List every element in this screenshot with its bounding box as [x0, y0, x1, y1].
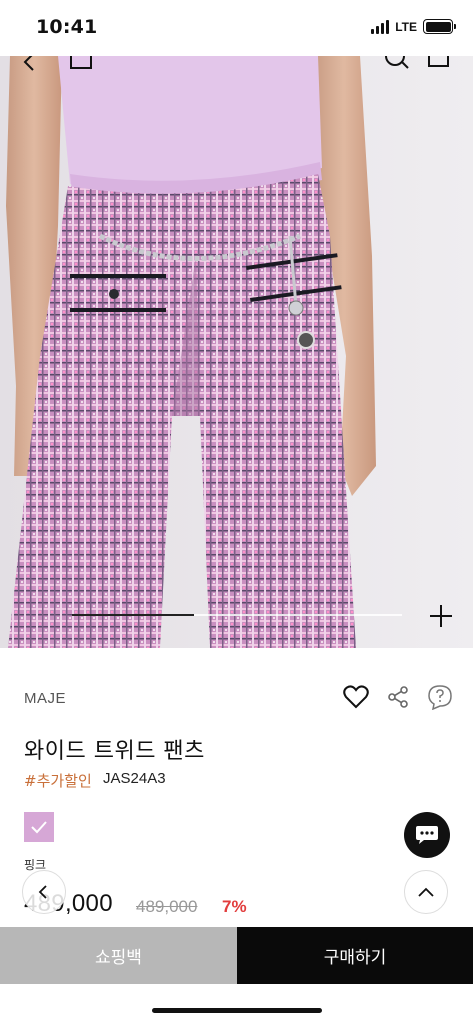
original-price: 489,000: [136, 897, 198, 916]
cart-icon: [428, 56, 449, 67]
product-image-gallery[interactable]: [0, 56, 473, 648]
product-title: 와이드 트위드 팬츠: [24, 739, 205, 764]
discount-rate: 7%: [222, 897, 247, 916]
buy-now-button[interactable]: 구매하기: [237, 927, 473, 984]
product-actions: [343, 684, 453, 710]
home-indicator[interactable]: [152, 1008, 322, 1013]
chat-icon: [416, 826, 438, 844]
status-time: 10:41: [36, 16, 98, 38]
check-icon: [31, 821, 47, 834]
status-bar: 10:41 LTE: [0, 0, 473, 56]
back-nav-button[interactable]: [18, 56, 42, 78]
search-button[interactable]: [384, 56, 410, 76]
battery-icon: [423, 19, 456, 34]
status-indicators: LTE: [371, 19, 456, 34]
gallery-progress: [72, 614, 402, 616]
search-icon: [385, 56, 409, 69]
plus-icon: [430, 605, 452, 627]
purchase-bar: 쇼핑백 구매하기: [0, 927, 473, 984]
chevron-left-icon: [23, 56, 34, 71]
history-back-button[interactable]: [22, 870, 66, 914]
brand-name[interactable]: MAJE: [24, 690, 66, 707]
promo-tag[interactable]: #추가할인: [24, 770, 92, 791]
home-nav-button[interactable]: [68, 56, 94, 76]
zoom-button[interactable]: [428, 603, 454, 629]
question-icon: [428, 685, 452, 710]
share-icon: [388, 686, 408, 708]
qna-button[interactable]: [427, 684, 453, 710]
color-swatch[interactable]: [24, 812, 54, 842]
chevron-left-icon: [38, 885, 47, 899]
network-label: LTE: [395, 19, 417, 34]
shopping-bag-button[interactable]: 쇼핑백: [0, 927, 237, 984]
product-photo: [0, 56, 473, 648]
heart-icon: [343, 685, 369, 709]
signal-icon: [371, 19, 390, 34]
wishlist-button[interactable]: [343, 684, 369, 710]
share-button[interactable]: [385, 684, 411, 710]
gallery-progress-fill: [72, 614, 195, 616]
product-sku: JAS24A3: [103, 770, 166, 787]
chevron-up-icon: [418, 887, 434, 897]
cart-button[interactable]: [426, 56, 454, 76]
home-indicator-area: [0, 984, 473, 1024]
home-icon: [70, 56, 92, 69]
scroll-top-button[interactable]: [404, 870, 448, 914]
chat-button[interactable]: [404, 812, 450, 858]
